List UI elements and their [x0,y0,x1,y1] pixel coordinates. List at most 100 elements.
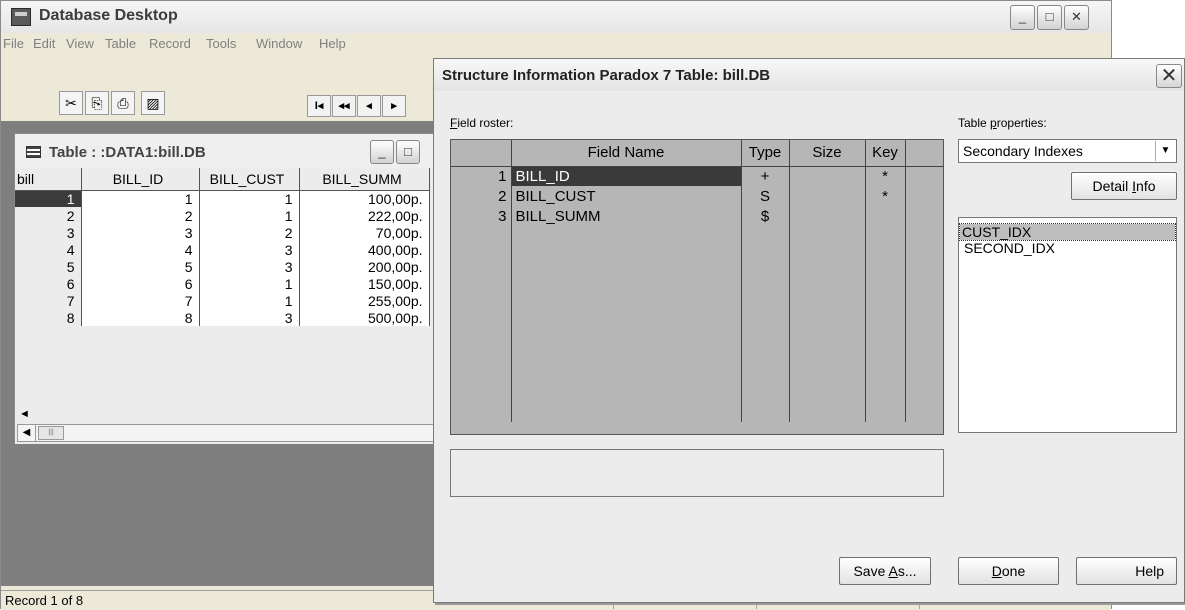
field-key[interactable]: * [865,186,906,206]
field-type[interactable]: + [741,166,790,186]
cell-bill-id[interactable]: 2 [81,207,200,224]
list-item[interactable]: CUST_IDX [959,223,1176,241]
field-name[interactable]: BILL_SUMM [511,206,742,226]
row-number[interactable]: 2 [15,207,82,224]
menu-file[interactable]: File [3,36,24,51]
cell-bill-cust[interactable]: 3 [199,258,300,275]
field-size[interactable] [789,166,866,186]
field-row[interactable]: 1 BILL_ID + * [451,166,943,186]
cell-bill-cust[interactable]: 1 [199,190,300,207]
paste-icon[interactable]: ⎙ [111,91,135,115]
cell-bill-summ[interactable]: 255,00р. [299,292,430,309]
table-row: 5 5 3 200,00р. [15,258,430,275]
field-size[interactable] [789,186,866,206]
field-name[interactable]: BILL_CUST [511,186,742,206]
menu-window[interactable]: Window [256,36,302,51]
field-type[interactable]: S [741,186,790,206]
row-number[interactable]: 3 [15,224,82,241]
cell-bill-summ[interactable]: 150,00р. [299,275,430,292]
field-size[interactable] [789,206,866,226]
row-number[interactable]: 6 [15,275,82,292]
cell-bill-id[interactable]: 8 [81,309,200,326]
data-grid: bill BILL_ID BILL_CUST BILL_SUMM 1 1 1 1… [15,168,430,326]
grid-column-header[interactable]: bill [15,168,82,191]
accel-key: A [888,563,898,579]
properties-icon[interactable]: ▨ [141,91,165,115]
cell-bill-cust[interactable]: 3 [199,241,300,258]
dialog-titlebar[interactable]: Structure Information Paradox 7 Table: b… [434,59,1184,91]
prev-record-button[interactable]: ◂ [357,95,381,117]
cell-bill-id[interactable]: 5 [81,258,200,275]
cell-bill-id[interactable]: 6 [81,275,200,292]
table-grid-icon [26,146,41,158]
table-minimize-button[interactable]: _ [370,140,394,164]
menu-view[interactable]: View [66,36,94,51]
app-maximize-button[interactable]: □ [1037,5,1062,30]
cell-bill-cust[interactable]: 1 [199,207,300,224]
row-number[interactable]: 7 [15,292,82,309]
cell-bill-cust[interactable]: 2 [199,224,300,241]
cell-bill-id[interactable]: 3 [81,224,200,241]
chevron-down-icon[interactable]: ▼ [1155,141,1175,161]
app-minimize-button[interactable]: _ [1010,5,1035,30]
help-button[interactable]: Help [1076,557,1177,585]
menu-help[interactable]: Help [319,36,346,51]
button-text: s... [897,563,917,579]
cell-bill-summ[interactable]: 100,00р. [299,190,430,207]
cell-bill-cust[interactable]: 1 [199,292,300,309]
roster-spare-cell [905,166,943,186]
field-number: 3 [451,206,512,226]
grid-header-row: bill BILL_ID BILL_CUST BILL_SUMM [15,168,430,191]
menu-record[interactable]: Record [149,36,191,51]
field-row[interactable]: 3 BILL_SUMM $ [451,206,943,226]
table-properties-dropdown[interactable]: Secondary Indexes ▼ [958,139,1177,163]
field-key[interactable] [865,206,906,226]
cell-bill-summ[interactable]: 500,00р. [299,309,430,326]
row-number[interactable]: 8 [15,309,82,326]
field-row[interactable]: 2 BILL_CUST S * [451,186,943,206]
list-item[interactable]: SECOND_IDX [962,240,1057,256]
cut-icon[interactable]: ✂ [59,91,83,115]
app-close-button[interactable]: ✕ [1064,5,1089,30]
menu-tools[interactable]: Tools [206,36,236,51]
cell-bill-summ[interactable]: 70,00р. [299,224,430,241]
button-text: Save [853,563,889,579]
row-number[interactable]: 5 [15,258,82,275]
table-titlebar[interactable]: Table : :DATA1:bill.DB _ □ [15,134,438,168]
field-key[interactable]: * [865,166,906,186]
table-row: 7 7 1 255,00р. [15,292,430,309]
cell-bill-summ[interactable]: 400,00р. [299,241,430,258]
menu-table[interactable]: Table [105,36,136,51]
cell-bill-summ[interactable]: 222,00р. [299,207,430,224]
grid-column-header[interactable]: BILL_CUST [199,168,300,191]
cell-bill-summ[interactable]: 200,00р. [299,258,430,275]
field-type[interactable]: $ [741,206,790,226]
grid-horizontal-scrollbar[interactable]: ◀ ||| [17,424,437,442]
app-titlebar[interactable]: Database Desktop _ □ ✕ [1,1,1111,33]
scroll-thumb[interactable]: ||| [38,426,64,440]
row-number[interactable]: 4 [15,241,82,258]
prev-set-button[interactable]: ◂◂ [332,95,356,117]
field-roster-grid: Field Name Type Size Key 1 BILL_ID + * 2… [450,139,944,435]
cell-bill-id[interactable]: 1 [81,190,200,207]
save-as-button[interactable]: Save As... [839,557,931,585]
secondary-indexes-list[interactable]: CUST_IDX SECOND_IDX [958,217,1177,433]
dialog-close-button[interactable]: ✕ [1156,64,1182,88]
grid-column-header[interactable]: BILL_ID [81,168,200,191]
grid-column-header[interactable]: BILL_SUMM [299,168,430,191]
cell-bill-id[interactable]: 7 [81,292,200,309]
done-button[interactable]: Done [958,557,1059,585]
field-name[interactable]: BILL_ID [511,166,742,186]
roster-filler [451,226,512,422]
menu-edit[interactable]: Edit [33,36,55,51]
scroll-left-icon[interactable]: ◀ [18,425,36,441]
cell-bill-id[interactable]: 4 [81,241,200,258]
copy-icon[interactable]: ⎘ [85,91,109,115]
table-maximize-button[interactable]: □ [396,140,420,164]
row-number[interactable]: 1 [15,190,82,207]
cell-bill-cust[interactable]: 1 [199,275,300,292]
first-record-button[interactable]: I◂ [307,95,331,117]
next-record-button[interactable]: ▸ [382,95,406,117]
cell-bill-cust[interactable]: 3 [199,309,300,326]
detail-info-button[interactable]: Detail Info [1071,172,1177,200]
